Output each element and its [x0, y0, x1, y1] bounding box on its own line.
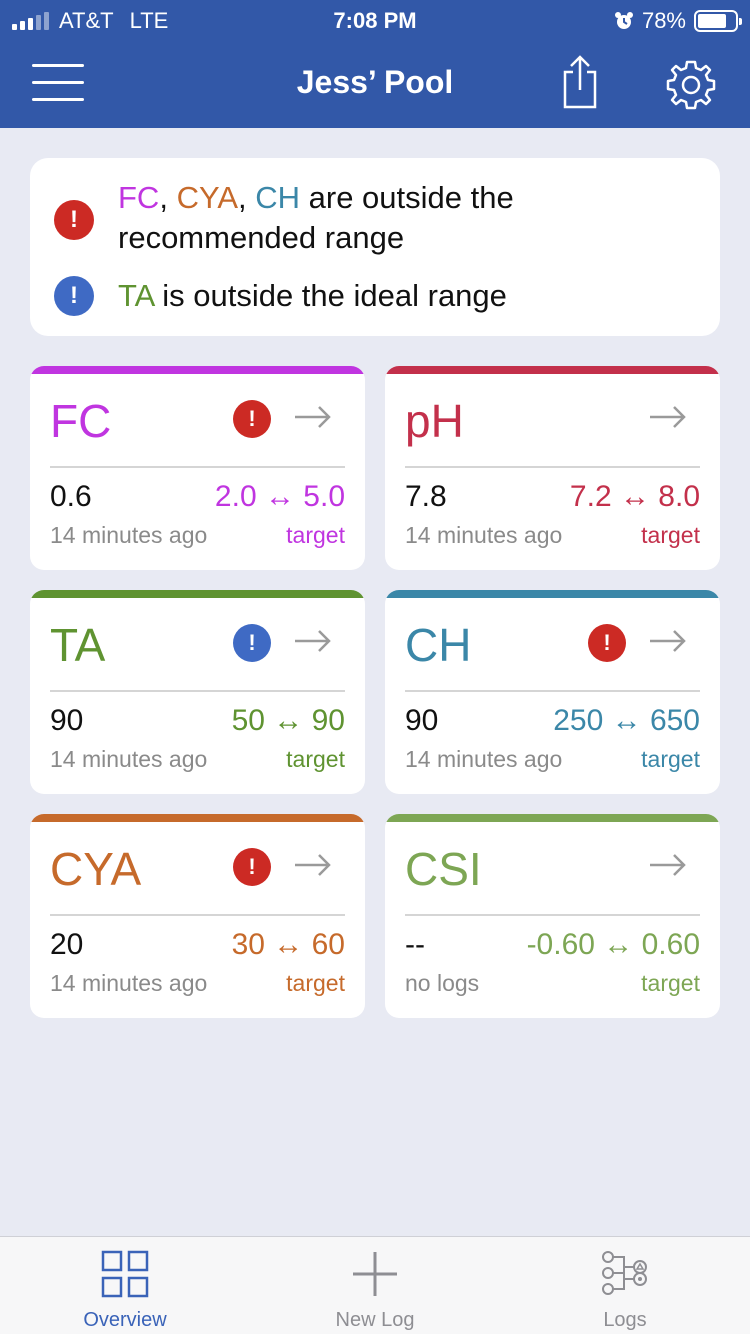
target-label: target — [286, 970, 345, 996]
status-bar: AT&T LTE 7:08 PM 78% — [0, 0, 750, 40]
alarm-icon — [614, 12, 633, 29]
target-range: 7.2 ↔ 8.0 — [569, 480, 700, 513]
metric-value: 20 — [50, 928, 84, 961]
metric-card-fc[interactable]: FC! 0.6 2.0 ↔ 5.0 14 minutes ago target — [30, 366, 365, 570]
metric-name: CSI — [405, 843, 482, 895]
metric-value: 90 — [50, 704, 84, 737]
alert-sep: , — [159, 180, 177, 215]
gear-icon[interactable] — [664, 58, 718, 112]
target-label: target — [641, 522, 700, 548]
metric-name: pH — [405, 395, 464, 447]
tab-bar: Overview New Log Logs — [0, 1236, 750, 1334]
metric-value: 90 — [405, 704, 439, 737]
metric-card-ph[interactable]: pH 7.8 7.2 ↔ 8.0 14 minutes ago target — [385, 366, 720, 570]
warning-icon: ! — [588, 624, 626, 662]
metric-name: CH — [405, 619, 472, 671]
card-color-stripe — [30, 590, 365, 598]
metric-card-csi[interactable]: CSI -- -0.60 ↔ 0.60 no logs target — [385, 814, 720, 1018]
alert-recommended-text: FC, CYA, CH are outside the recommended … — [118, 178, 678, 258]
target-label: target — [641, 970, 700, 996]
alert-kw-cya: CYA — [176, 180, 239, 215]
card-color-stripe — [30, 366, 365, 374]
error-icon: ! — [54, 200, 94, 240]
card-divider — [405, 466, 700, 468]
arrow-right-icon[interactable] — [293, 402, 333, 432]
battery-icon — [694, 10, 742, 32]
battery-percent: 78% — [641, 8, 686, 33]
metric-card-ta[interactable]: TA! 90 50 ↔ 90 14 minutes ago target — [30, 590, 365, 794]
alert-ideal-row: ! TA is outside the ideal range — [54, 276, 678, 316]
metric-value: 0.6 — [50, 480, 92, 513]
metric-value: 7.8 — [405, 480, 447, 513]
alert-ideal-message: is outside the ideal range — [153, 278, 507, 313]
tab-new-log[interactable]: New Log — [250, 1237, 500, 1334]
tab-logs-label: Logs — [603, 1309, 647, 1331]
metric-name: FC — [50, 395, 112, 447]
tab-overview[interactable]: Overview — [0, 1237, 250, 1334]
target-label: target — [286, 522, 345, 548]
target-range: 30 ↔ 60 — [231, 928, 345, 961]
tab-overview-label: Overview — [83, 1309, 167, 1331]
card-divider — [50, 690, 345, 692]
arrow-right-icon[interactable] — [648, 402, 688, 432]
metric-name: TA — [50, 619, 106, 671]
last-logged: 14 minutes ago — [405, 746, 563, 772]
warning-icon: ! — [233, 624, 271, 662]
tab-logs[interactable]: Logs — [500, 1237, 750, 1334]
card-divider — [405, 914, 700, 916]
last-logged: no logs — [405, 970, 480, 996]
metric-value: -- — [405, 928, 425, 961]
metric-card-cya[interactable]: CYA! 20 30 ↔ 60 14 minutes ago target — [30, 814, 365, 1018]
last-logged: 14 minutes ago — [50, 970, 208, 996]
logs-tree-icon — [602, 1251, 647, 1295]
card-divider — [50, 466, 345, 468]
alert-kw-ch: CH — [255, 180, 301, 215]
target-range: -0.60 ↔ 0.60 — [526, 928, 700, 961]
target-range: 2.0 ↔ 5.0 — [214, 480, 345, 513]
arrow-right-icon[interactable] — [293, 850, 333, 880]
target-label: target — [286, 746, 345, 772]
card-color-stripe — [385, 814, 720, 822]
metric-name: CYA — [50, 843, 142, 895]
arrow-right-icon[interactable] — [293, 626, 333, 656]
alert-ideal-text: TA is outside the ideal range — [118, 276, 678, 316]
top-bar: AT&T LTE 7:08 PM 78% Jess’ Pool — [0, 0, 750, 128]
share-icon[interactable] — [560, 54, 600, 110]
target-label: target — [641, 746, 700, 772]
arrow-right-icon[interactable] — [648, 626, 688, 656]
tab-new-log-label: New Log — [335, 1309, 415, 1331]
alert-kw-fc: FC — [118, 180, 160, 215]
target-range: 50 ↔ 90 — [231, 704, 345, 737]
info-icon: ! — [54, 276, 94, 316]
card-color-stripe — [385, 590, 720, 598]
page-title: Jess’ Pool — [296, 64, 454, 100]
last-logged: 14 minutes ago — [50, 746, 208, 772]
arrow-right-icon[interactable] — [648, 850, 688, 880]
alert-sep: , — [238, 180, 256, 215]
grid-icon — [101, 1250, 149, 1298]
card-divider — [405, 690, 700, 692]
last-logged: 14 minutes ago — [405, 522, 563, 548]
target-range: 250 ↔ 650 — [553, 704, 700, 737]
warning-icon: ! — [233, 400, 271, 438]
card-divider — [50, 914, 345, 916]
metric-card-ch[interactable]: CH! 90 250 ↔ 650 14 minutes ago target — [385, 590, 720, 794]
warning-icon: ! — [233, 848, 271, 886]
card-color-stripe — [30, 814, 365, 822]
alert-recommended-row: ! FC, CYA, CH are outside the recommende… — [54, 180, 678, 258]
alert-summary-card: ! FC, CYA, CH are outside the recommende… — [30, 158, 720, 336]
card-color-stripe — [385, 366, 720, 374]
plus-icon — [353, 1252, 397, 1296]
last-logged: 14 minutes ago — [50, 522, 208, 548]
alert-kw-ta: TA — [118, 278, 154, 313]
